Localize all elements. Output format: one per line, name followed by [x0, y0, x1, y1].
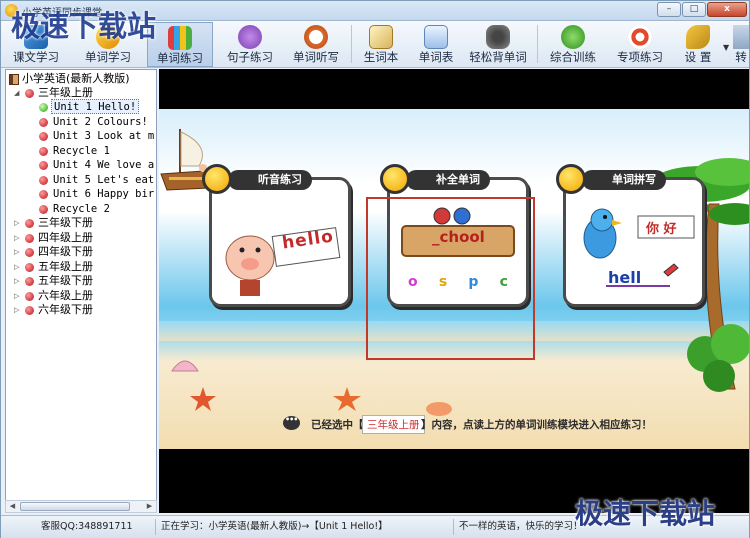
collapse-icon[interactable]: ◢ [14, 86, 22, 100]
unit-dot-icon [39, 161, 48, 170]
selection-info: 已经选中【 三年级上册 】内容，点读上方的单词训练模块进入相应练习！ [159, 415, 749, 434]
card-word-hell: hell [608, 268, 642, 287]
toolbar-word-practice[interactable]: 单词练习 [147, 22, 213, 67]
unit-dot-icon [39, 147, 48, 156]
expand-icon[interactable]: ▷ [14, 274, 22, 288]
unit-dot-icon [39, 118, 48, 127]
speech-bubble-icon [283, 415, 300, 430]
unit-dot-icon [39, 205, 48, 214]
expand-icon[interactable]: ▷ [14, 231, 22, 245]
unit-dot-icon [39, 190, 48, 199]
course-tree[interactable]: 小学英语(最新人教版) ◢ 三年级上册 Unit 1 Hello! Unit 2… [5, 69, 157, 513]
scroll-left-icon[interactable]: ◀ [6, 501, 19, 512]
grade-dot-icon [25, 277, 34, 286]
watermark-bottom: 极速下载站 [575, 497, 716, 530]
book-icon [9, 74, 19, 85]
close-button[interactable]: x [707, 2, 747, 17]
scroll-right-icon[interactable]: ▶ [143, 501, 156, 512]
status-slogan: 不一样的英语，快乐的学习！ [459, 521, 583, 532]
expand-icon[interactable]: ▷ [14, 289, 22, 303]
expand-icon[interactable]: ▷ [14, 216, 22, 230]
grade-dot-icon [25, 248, 34, 257]
unit-dot-icon [39, 132, 48, 141]
status-support-qq: 客服QQ:348891711 [41, 521, 133, 532]
starfish-icon [333, 387, 361, 411]
clock-icon [304, 25, 328, 49]
settings-dropdown-icon[interactable]: ▼ [723, 43, 729, 52]
maximize-button[interactable]: □ [682, 2, 706, 17]
tree-horizontal-scrollbar[interactable]: ◀ ▶ [5, 500, 157, 513]
toolbar-comprehensive-training[interactable]: 综合训练 [543, 22, 603, 67]
grade-dot-icon [25, 89, 34, 98]
practice-stage: 听音练习 hello 补全单词 _chool o s p c 单词拼写 你 好 … [159, 69, 749, 513]
expand-icon[interactable]: ▷ [14, 303, 22, 317]
toolbar-word-list[interactable]: 单词表 [411, 22, 461, 67]
starfish-icon [190, 387, 216, 411]
glasses-icon [486, 25, 510, 49]
toolbar-sentence-practice[interactable]: 句子练习 [217, 22, 283, 67]
minimize-button[interactable]: – [657, 2, 681, 17]
notebook-icon [369, 25, 393, 49]
unit-dot-icon [39, 103, 48, 112]
crayons-icon [168, 26, 192, 50]
toolbar-special-practice[interactable]: 专项练习 [609, 22, 671, 67]
grade-dot-icon [25, 234, 34, 243]
grade-dot-icon [25, 219, 34, 228]
grade-dot-icon [25, 263, 34, 272]
card-word-nihao: 你 好 [646, 222, 677, 237]
word-list-icon [424, 25, 448, 49]
toolbar-settings[interactable]: 设 置 [675, 22, 721, 67]
target-icon [628, 25, 652, 49]
more-icon [733, 25, 749, 49]
selected-card-highlight [366, 197, 535, 360]
seashell-icon [171, 360, 199, 372]
status-current-lesson: 正在学习：小学英语(最新人教版)→【Unit 1 Hello!】 [161, 521, 388, 532]
selected-grade-label: 三年级上册 [362, 415, 425, 434]
word-spelling-card[interactable]: 单词拼写 你 好 hell [556, 164, 705, 307]
expand-icon[interactable]: ▷ [14, 245, 22, 259]
microphone-icon [238, 25, 262, 49]
grade-dot-icon [25, 292, 34, 301]
unit-dot-icon [39, 176, 48, 185]
expand-icon[interactable]: ▷ [14, 260, 22, 274]
scrollbar-thumb[interactable] [20, 502, 130, 511]
app-window: 小学英语同步课堂 – □ x 课文学习 单词学习 单词练习 句子练习 单词听写 [0, 0, 750, 538]
toolbar-new-words-book[interactable]: 生词本 [357, 22, 405, 67]
toolbar-easy-memorize[interactable]: 轻松背单词 [465, 22, 531, 67]
grade-dot-icon [25, 306, 34, 315]
people-icon [561, 25, 585, 49]
listening-practice-card[interactable]: 听音练习 hello [202, 164, 351, 307]
watermark-top: 极速下载站 [11, 9, 157, 43]
toolbar-more[interactable]: 转 [733, 22, 749, 67]
wrench-icon [686, 25, 710, 49]
toolbar-dictation[interactable]: 单词听写 [287, 22, 345, 67]
